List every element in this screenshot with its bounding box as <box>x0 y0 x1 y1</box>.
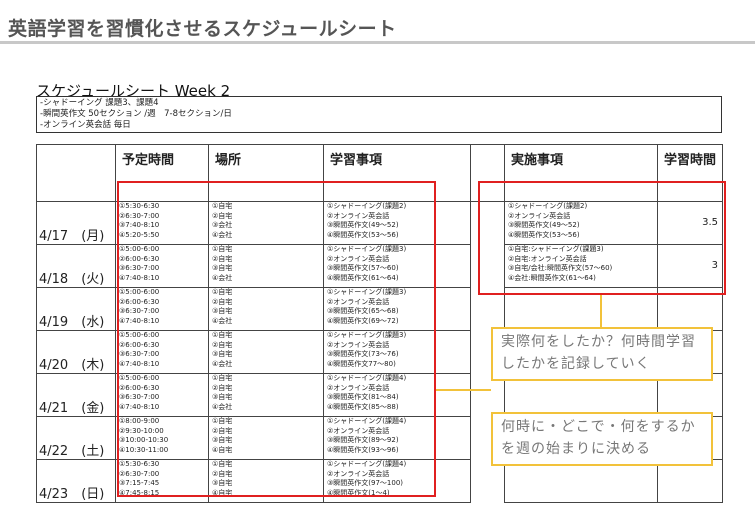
callout-connector <box>436 389 491 391</box>
page-title: 英語学習を習慣化させるスケジュールシート <box>8 18 397 40</box>
goal-line: -瞬間英作文 50セクション /週 7-8セクション/日 <box>40 109 232 119</box>
callout-connector <box>600 295 602 327</box>
goal-line: -オンライン英会話 毎日 <box>40 120 131 130</box>
date-cell: 4/17 (月) <box>36 201 116 245</box>
actual-highlight-box <box>478 181 726 295</box>
actual-record-callout: 実際何をしたか？何時間学習したかを記録していく <box>491 327 713 381</box>
date-cell: 4/22 (土) <box>36 416 116 460</box>
weekly-goals-box: -シャドーイング 課題3、課題4 -瞬間英作文 50セクション /週 7-8セク… <box>36 96 722 133</box>
title-divider <box>0 41 755 44</box>
goal-line: -シャドーイング 課題3、課題4 <box>40 98 159 108</box>
date-cell: 4/21 (金) <box>36 373 116 417</box>
plan-callout: 何時に・どこで・何をするかを週の始まりに決める <box>491 412 713 466</box>
date-cell: 4/18 (火) <box>36 244 116 288</box>
date-cell: 4/19 (水) <box>36 287 116 331</box>
date-cell: 4/23 (日) <box>36 459 116 503</box>
header-date <box>36 144 116 202</box>
date-cell: 4/20 (木) <box>36 330 116 374</box>
plan-highlight-box <box>117 181 436 497</box>
